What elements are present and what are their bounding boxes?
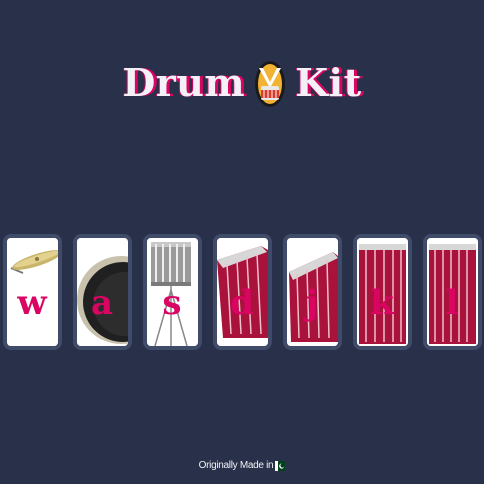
page-title: Drum Kit	[0, 54, 484, 112]
drum-key-w[interactable]: w	[2, 234, 62, 350]
drum-key-j[interactable]: j	[282, 234, 342, 350]
drum-key-s[interactable]: s	[142, 234, 202, 350]
drum-logo-icon	[255, 61, 286, 107]
key-letter: a	[90, 283, 114, 323]
drum-keys: w a s d j k l	[0, 234, 484, 350]
drum-kit-page: Drum Kit w a s d j k l Originally Made i…	[0, 0, 484, 484]
drum-key-k[interactable]: k	[352, 234, 412, 350]
pakistan-flag-icon	[275, 460, 286, 471]
drum-key-d[interactable]: d	[212, 234, 272, 350]
key-letter: s	[162, 283, 182, 323]
footer: Originally Made in	[0, 460, 484, 471]
title-kit: Kit	[295, 60, 362, 105]
key-letter: k	[370, 283, 394, 323]
key-letter: w	[17, 283, 47, 323]
key-letter: d	[230, 283, 254, 323]
key-letter: l	[445, 283, 459, 323]
drum-key-a[interactable]: a	[72, 234, 132, 350]
title-drum: Drum	[122, 60, 246, 105]
footer-text: Originally Made in	[198, 460, 274, 471]
drum-key-l[interactable]: l	[422, 234, 482, 350]
key-letter: j	[305, 283, 319, 323]
